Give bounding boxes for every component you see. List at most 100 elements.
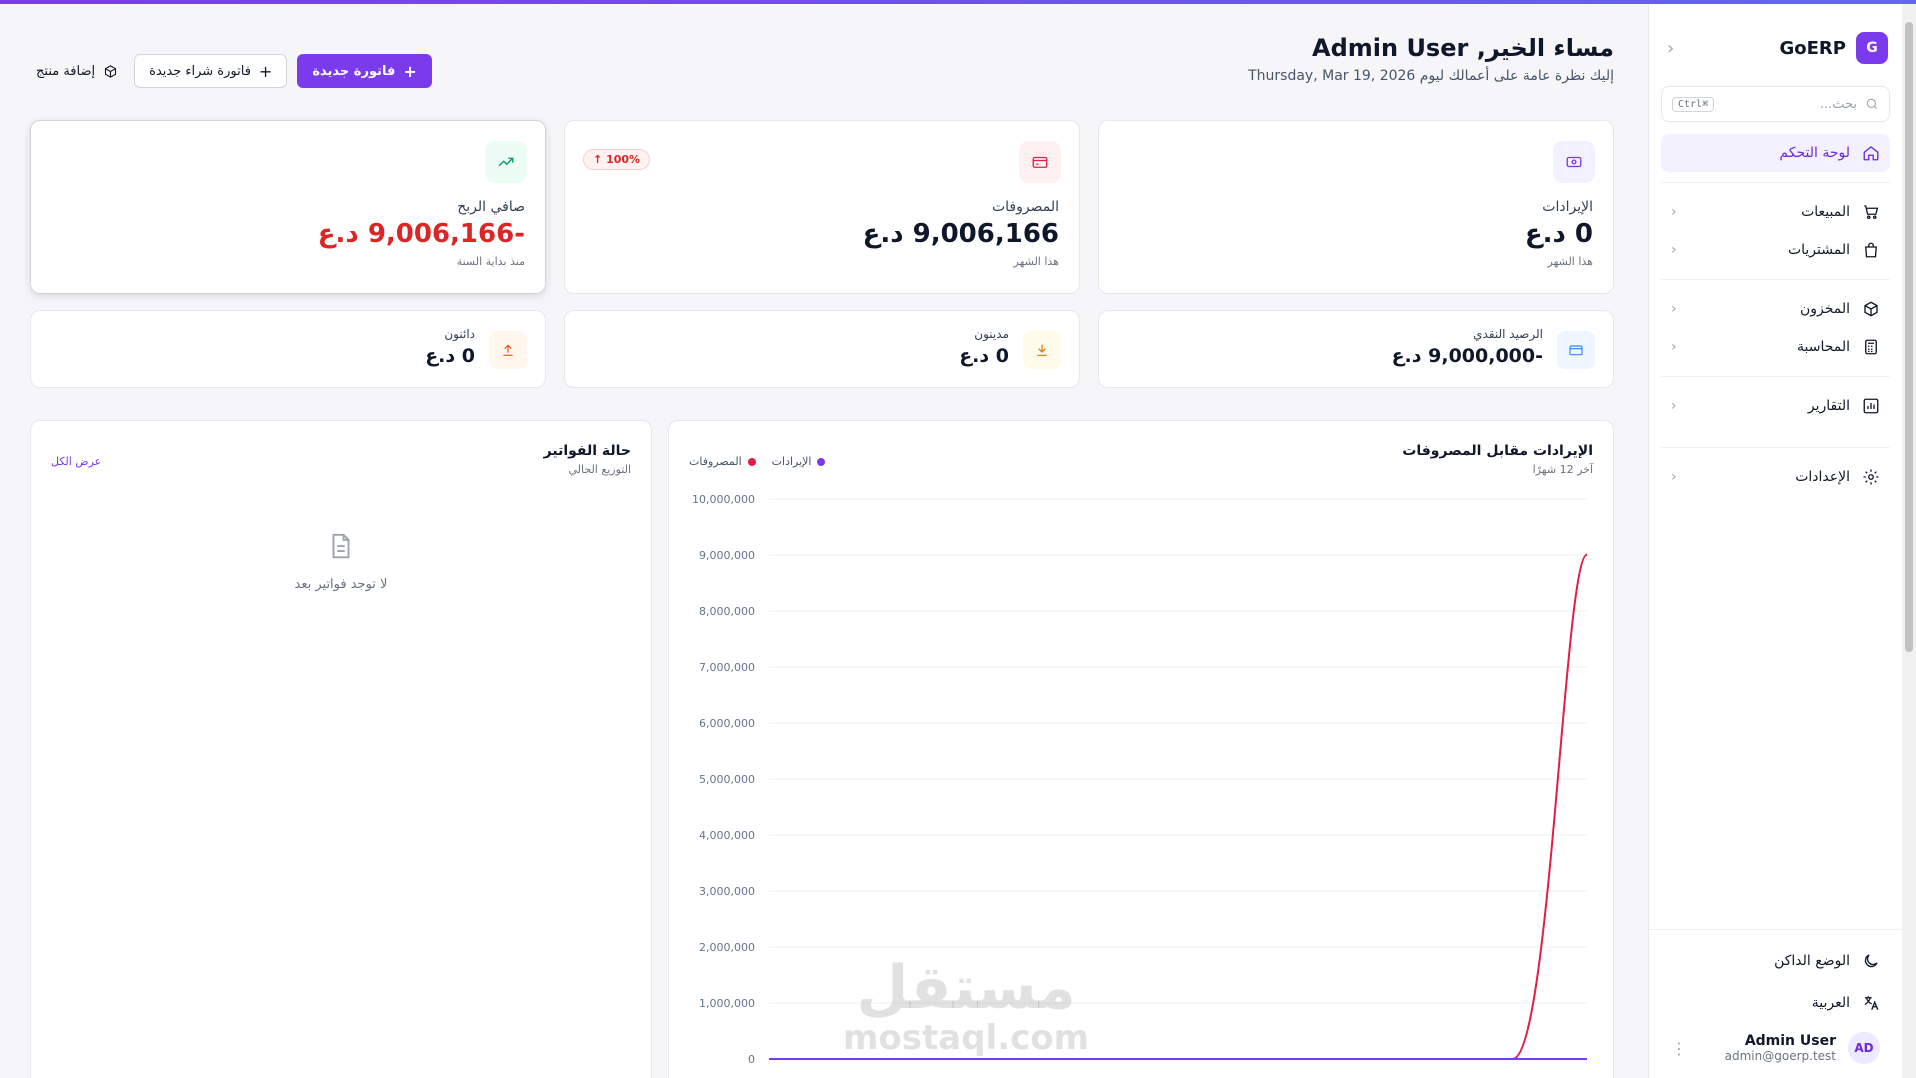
sidebar: G GoERP ‹ بحث... ⌘Ctrl لوحة التحكم المبي… bbox=[1648, 4, 1902, 1078]
y-tick-label: 0 bbox=[748, 1053, 755, 1066]
sidebar-item-dashboard[interactable]: لوحة التحكم bbox=[1661, 134, 1890, 172]
download-icon bbox=[1023, 331, 1061, 369]
view-all-link[interactable]: عرض الكل bbox=[51, 455, 101, 468]
calculator-icon bbox=[1865, 339, 1877, 355]
scrollbar-thumb[interactable] bbox=[1905, 22, 1913, 652]
revenue-period: هذا الشهر bbox=[1547, 255, 1594, 268]
legend-dot bbox=[817, 457, 826, 466]
header-actions: إضافة منتج + فاتورة شراء جديدة + فاتورة … bbox=[30, 54, 432, 88]
arrow-up-icon: ↑ bbox=[593, 153, 603, 166]
legend-revenue[interactable]: الإيرادات bbox=[772, 455, 826, 468]
chevron-left-icon: ‹ bbox=[1671, 339, 1677, 355]
cash-balance-label: الرصيد النقدي bbox=[1473, 327, 1543, 341]
sidebar-item-label: الإعدادات bbox=[1795, 469, 1850, 485]
cash-balance-card[interactable]: الرصيد النقدي -9,000,000 د.ع bbox=[1098, 310, 1614, 388]
expenses-value: 9,006,166 د.ع bbox=[862, 219, 1059, 249]
sidebar-item-inventory[interactable]: المخزون ‹ bbox=[1661, 290, 1890, 328]
banknote-icon bbox=[1553, 141, 1595, 183]
expenses-change-value: 100% bbox=[606, 153, 641, 166]
line-chart: 0 1,000,000 2,000,000 3,000,000 4,000,000 5,0… bbox=[692, 493, 1588, 1066]
series-line[interactable] bbox=[768, 553, 1588, 1060]
sidebar-nav: لوحة التحكم المبيعات ‹ المشتريات ‹ المخز… bbox=[1649, 134, 1902, 496]
nav-divider bbox=[1661, 376, 1890, 377]
sidebar-item-sales[interactable]: المبيعات ‹ bbox=[1661, 193, 1890, 231]
debtors-value: 0 د.ع bbox=[959, 345, 1009, 367]
sidebar-footer: الوضع الداكن العربية AD Admin User admin… bbox=[1649, 929, 1902, 1078]
wallet-icon bbox=[1557, 331, 1595, 369]
home-icon bbox=[1863, 146, 1879, 161]
sidebar-item-purchases[interactable]: المشتريات ‹ bbox=[1661, 231, 1890, 269]
dark-mode-label: الوضع الداكن bbox=[1774, 953, 1850, 969]
plus-icon: + bbox=[403, 61, 417, 81]
user-email: admin@goerp.test bbox=[1724, 1049, 1836, 1063]
collapse-sidebar-icon[interactable]: ‹ bbox=[1667, 38, 1674, 59]
debtors-card[interactable]: مدينون 0 د.ع bbox=[564, 310, 1080, 388]
creditors-card[interactable]: دائنون 0 د.ع bbox=[30, 310, 546, 388]
revenue-card[interactable]: الإيرادات 0 د.ع هذا الشهر bbox=[1098, 120, 1614, 294]
chevron-left-icon: ‹ bbox=[1671, 469, 1677, 485]
sidebar-item-reports[interactable]: التقارير ‹ bbox=[1661, 387, 1890, 425]
y-tick-label: 4,000,000 bbox=[699, 829, 755, 842]
net-profit-period: منذ بداية السنة bbox=[456, 255, 525, 268]
package-icon bbox=[105, 64, 117, 78]
revenue-expenses-chart-card: الإيرادات مقابل المصروفات آخر 12 شهرًا ا… bbox=[668, 420, 1614, 1078]
greeting: مساء الخير, Admin User إليك نظرة عامة عل… bbox=[1248, 34, 1614, 84]
brand[interactable]: G GoERP bbox=[1780, 32, 1888, 64]
revenue-value: 0 د.ع bbox=[1524, 219, 1593, 249]
page-header: مساء الخير, Admin User إليك نظرة عامة عل… bbox=[30, 32, 1614, 92]
language-switch[interactable]: العربية bbox=[1661, 982, 1890, 1024]
chevron-left-icon: ‹ bbox=[1671, 242, 1677, 258]
legend-expenses[interactable]: المصروفات bbox=[689, 455, 756, 468]
moon-icon bbox=[1864, 954, 1878, 968]
new-purchase-invoice-button[interactable]: + فاتورة شراء جديدة bbox=[134, 54, 288, 88]
legend-revenue-label: الإيرادات bbox=[771, 455, 812, 468]
expenses-period: هذا الشهر bbox=[1013, 255, 1060, 268]
new-invoice-button[interactable]: + فاتورة جديدة bbox=[297, 54, 432, 88]
add-product-label: إضافة منتج bbox=[36, 63, 96, 79]
balance-cards: الرصيد النقدي -9,000,000 د.ع مدينون 0 د.… bbox=[30, 310, 1614, 388]
legend-expenses-label: المصروفات bbox=[689, 455, 742, 468]
cart-icon bbox=[1864, 205, 1879, 220]
revenue-label: الإيرادات bbox=[1542, 199, 1593, 215]
invoice-status-card: حالة الفواتير التوزيع الحالي عرض الكل لا… bbox=[30, 420, 652, 1078]
dark-mode-toggle[interactable]: الوضع الداكن bbox=[1661, 940, 1890, 982]
expenses-label: المصروفات bbox=[991, 199, 1059, 215]
net-profit-card[interactable]: صافي الربح -9,006,166 د.ع منذ بداية السن… bbox=[30, 120, 546, 294]
sidebar-item-accounting[interactable]: المحاسبة ‹ bbox=[1661, 328, 1890, 366]
package-icon bbox=[1864, 301, 1878, 317]
y-tick-label: 9,000,000 bbox=[699, 549, 755, 562]
sidebar-item-label: المشتريات bbox=[1787, 242, 1850, 258]
sidebar-item-label: لوحة التحكم bbox=[1779, 145, 1850, 161]
y-tick-label: 7,000,000 bbox=[699, 661, 755, 674]
upload-icon bbox=[489, 331, 527, 369]
chart-legend: الإيرادات المصروفات bbox=[689, 455, 826, 468]
legend-dot bbox=[747, 457, 756, 466]
search-placeholder: بحث... bbox=[1819, 96, 1857, 112]
search-input[interactable]: بحث... ⌘Ctrl bbox=[1661, 86, 1890, 122]
y-tick-label: 2,000,000 bbox=[699, 941, 755, 954]
nav-divider bbox=[1661, 279, 1890, 280]
sidebar-item-label: التقارير bbox=[1807, 398, 1850, 414]
sidebar-item-settings[interactable]: الإعدادات ‹ bbox=[1661, 458, 1890, 496]
invoice-status-subtitle: التوزيع الحالي bbox=[568, 463, 631, 476]
translate-icon bbox=[1864, 996, 1879, 1011]
avatar: AD bbox=[1848, 1032, 1880, 1064]
empty-state-text: لا توجد فواتير بعد bbox=[294, 577, 388, 592]
chevron-left-icon: ‹ bbox=[1671, 301, 1677, 317]
expenses-card[interactable]: ↑ 100% المصروفات 9,006,166 د.ع هذا الشهر bbox=[564, 120, 1080, 294]
nav-divider bbox=[1661, 182, 1890, 183]
page-scrollbar[interactable] bbox=[1902, 4, 1916, 1078]
y-tick-label: 5,000,000 bbox=[699, 773, 755, 786]
more-vertical-icon[interactable]: ⋮ bbox=[1671, 1039, 1687, 1058]
trending-up-icon bbox=[485, 141, 527, 183]
user-menu[interactable]: AD Admin User admin@goerp.test ⋮ bbox=[1661, 1024, 1890, 1064]
y-tick-label: 3,000,000 bbox=[699, 885, 755, 898]
new-purchase-invoice-label: فاتورة شراء جديدة bbox=[149, 63, 251, 79]
add-product-button[interactable]: إضافة منتج bbox=[30, 54, 124, 88]
page-subtitle: إليك نظرة عامة على أعمالك ليوم Thursday,… bbox=[1248, 68, 1614, 84]
sidebar-item-label: المحاسبة bbox=[1796, 339, 1850, 355]
main-content: مساء الخير, Admin User إليك نظرة عامة عل… bbox=[30, 4, 1614, 1078]
creditors-label: دائنون bbox=[444, 327, 475, 341]
sidebar-item-label: المبيعات bbox=[1801, 204, 1850, 220]
file-icon bbox=[332, 533, 350, 559]
